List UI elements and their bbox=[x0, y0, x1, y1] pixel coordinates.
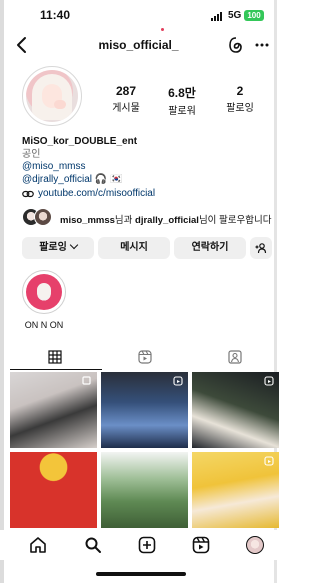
battery-icon: 100 bbox=[244, 10, 264, 21]
bio-emoji: 🎧 🇰🇷 bbox=[92, 173, 123, 185]
stat-following-count: 2 bbox=[236, 84, 244, 98]
category-label: 공인 bbox=[22, 148, 41, 160]
stat-following-label: 팔로잉 bbox=[226, 103, 254, 114]
bio-mention-1[interactable]: @miso_mmss bbox=[22, 161, 272, 174]
profile-bio: MiSO_kor_DOUBLE_ent 공인 @miso_mmss @djral… bbox=[22, 136, 272, 201]
followed-user-1[interactable]: miso_mmss bbox=[60, 215, 115, 226]
signal-icon bbox=[211, 12, 225, 21]
follower-avatar-2 bbox=[34, 208, 52, 226]
reels-badge-icon bbox=[264, 376, 274, 386]
tab-tagged[interactable] bbox=[190, 348, 282, 370]
screen: 11:40 5G 100 miso_official_ 287 게시물 6.8만… bbox=[0, 0, 279, 583]
home-indicator bbox=[96, 572, 186, 576]
highlight-cover bbox=[26, 274, 62, 310]
display-name: MiSO_kor_DOUBLE_ent bbox=[22, 136, 138, 147]
following-button[interactable]: 팔로잉 bbox=[22, 237, 94, 259]
tagged-icon bbox=[228, 350, 242, 364]
bottom-nav bbox=[0, 530, 277, 560]
link-icon bbox=[22, 191, 34, 198]
stat-following[interactable]: 2 팔로잉 bbox=[212, 84, 268, 114]
profile-avatar[interactable] bbox=[22, 66, 82, 126]
stat-followers[interactable]: 6.8만 팔로워 bbox=[154, 84, 210, 117]
stat-followers-count: 6.8만 bbox=[168, 86, 196, 100]
more-icon[interactable] bbox=[254, 36, 270, 54]
grid-post[interactable] bbox=[101, 452, 188, 528]
status-time: 11:40 bbox=[40, 8, 71, 22]
suggest-people-button[interactable] bbox=[250, 237, 272, 259]
bio-mention-2[interactable]: @djrally_official bbox=[22, 174, 92, 185]
stat-posts-count: 287 bbox=[115, 84, 137, 98]
followed-by[interactable]: miso_mmss님과 djrally_official님이 팔로우합니다 bbox=[22, 208, 274, 228]
message-button-label: 메시지 bbox=[120, 242, 148, 253]
tab-posts[interactable] bbox=[10, 348, 102, 370]
tab-reels[interactable] bbox=[100, 348, 192, 370]
followed-suffix: 님이 팔로우합니다 bbox=[198, 215, 272, 226]
carousel-icon bbox=[82, 376, 91, 385]
contact-button[interactable]: 연락하기 bbox=[174, 237, 246, 259]
threads-icon[interactable] bbox=[228, 36, 244, 54]
stat-posts-label: 게시물 bbox=[112, 103, 140, 114]
create-icon[interactable] bbox=[138, 536, 156, 554]
left-border bbox=[0, 0, 4, 583]
highlight-label: ON N ON bbox=[24, 320, 64, 330]
stat-posts[interactable]: 287 게시물 bbox=[98, 84, 154, 114]
stat-followers-label: 팔로워 bbox=[168, 106, 196, 117]
message-button[interactable]: 메시지 bbox=[98, 237, 170, 259]
grid-post[interactable] bbox=[10, 372, 97, 448]
profile-avatar-icon[interactable] bbox=[246, 536, 264, 554]
following-button-label: 팔로잉 bbox=[39, 242, 67, 253]
reels-badge-icon bbox=[264, 456, 274, 466]
grid-post[interactable] bbox=[192, 372, 279, 448]
followed-user-2[interactable]: djrally_official bbox=[135, 215, 199, 226]
chevron-down-icon bbox=[69, 240, 79, 250]
reels-icon bbox=[138, 350, 152, 364]
search-icon[interactable] bbox=[84, 536, 102, 554]
add-person-icon bbox=[255, 243, 267, 254]
profile-header: miso_official_ bbox=[0, 34, 277, 58]
reels-badge-icon bbox=[173, 376, 183, 386]
grid-post[interactable] bbox=[101, 372, 188, 448]
grid-post[interactable] bbox=[10, 452, 97, 528]
profile-stats: 287 게시물 6.8만 팔로워 2 팔로잉 bbox=[98, 84, 268, 117]
bio-link[interactable]: youtube.com/c/misoofficial bbox=[38, 188, 155, 201]
story-highlight[interactable]: ON N ON bbox=[22, 270, 66, 330]
highlight-ring bbox=[22, 270, 66, 314]
nav-reels-icon[interactable] bbox=[192, 536, 210, 554]
followed-connector: 님과 bbox=[114, 215, 136, 226]
grid-post[interactable] bbox=[192, 452, 279, 528]
profile-tabs bbox=[0, 344, 277, 370]
action-buttons: 팔로잉 메시지 연락하기 bbox=[22, 237, 272, 259]
avatar-image bbox=[26, 70, 78, 122]
followed-by-text: miso_mmss님과 djrally_official님이 팔로우합니다 bbox=[60, 212, 272, 226]
home-icon[interactable] bbox=[29, 536, 47, 554]
contact-button-label: 연락하기 bbox=[191, 242, 229, 253]
status-bar: 11:40 5G 100 bbox=[0, 6, 277, 26]
grid-icon bbox=[48, 350, 62, 364]
network-label: 5G bbox=[228, 10, 242, 21]
notification-dot bbox=[161, 28, 164, 31]
post-grid bbox=[10, 372, 279, 528]
